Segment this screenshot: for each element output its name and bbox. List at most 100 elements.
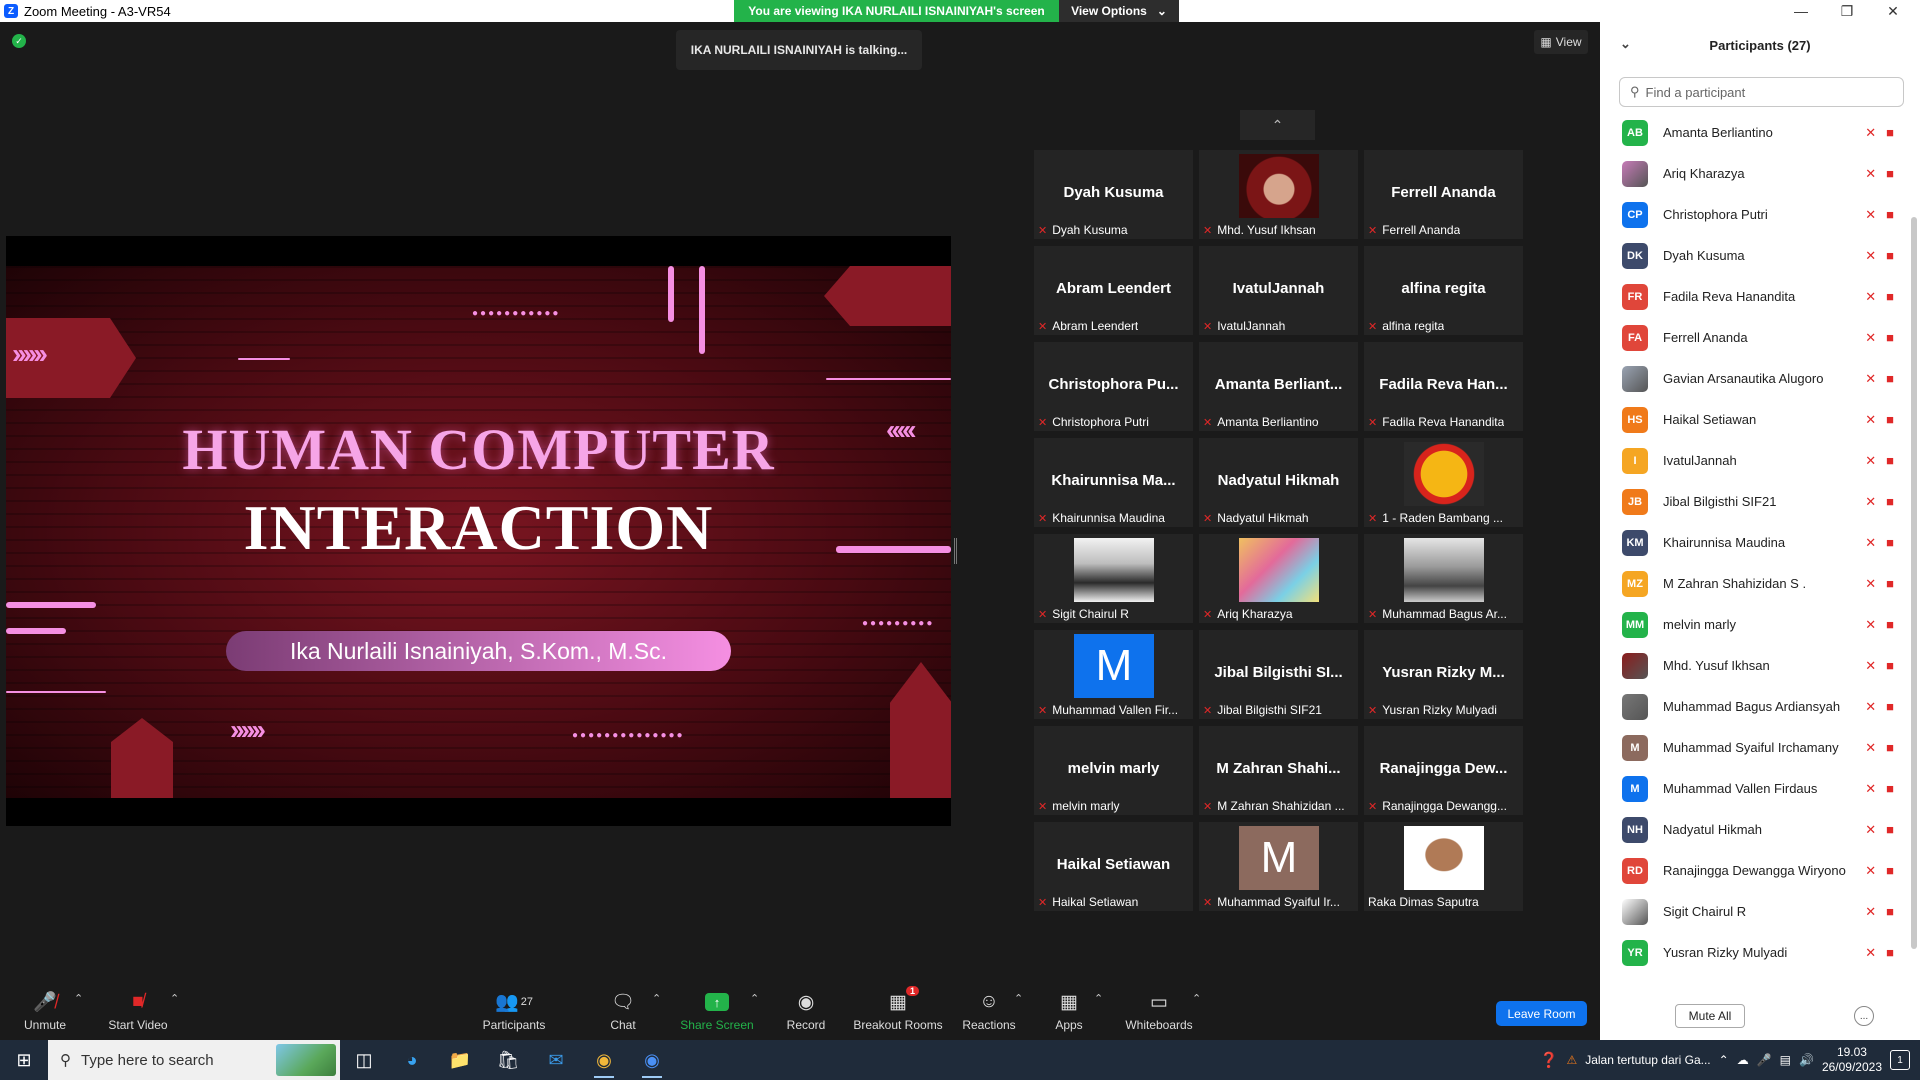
video-tile[interactable]: Ranajingga Dew... ✕ Ranajingga Dewangg...	[1364, 726, 1523, 815]
chat-options-caret[interactable]: ⌃	[652, 992, 661, 1005]
notification-center-icon[interactable]: 1	[1890, 1050, 1910, 1070]
participant-row[interactable]: Muhammad Bagus Ardiansyah ✕ ■	[1600, 686, 1906, 727]
participant-row[interactable]: KM Khairunnisa Maudina ✕ ■	[1600, 522, 1906, 563]
reactions-options-caret[interactable]: ⌃	[1014, 992, 1023, 1005]
video-tile[interactable]: Ferrell Ananda ✕ Ferrell Ananda	[1364, 150, 1523, 239]
participant-video	[1404, 442, 1484, 506]
zoom-taskbar-icon[interactable]: ◉	[628, 1040, 676, 1080]
video-tile[interactable]: Abram Leendert ✕ Abram Leendert	[1034, 246, 1193, 335]
participant-list-scrollbar[interactable]	[1911, 217, 1917, 949]
video-tile[interactable]: Fadila Reva Han... ✕ Fadila Reva Hanandita	[1364, 342, 1523, 431]
participant-row[interactable]: MM melvin marly ✕ ■	[1600, 604, 1906, 645]
participant-row[interactable]: CP Christophora Putri ✕ ■	[1600, 194, 1906, 235]
windows-start-icon[interactable]: ⊞	[0, 1040, 48, 1080]
avatar: AB	[1622, 119, 1648, 146]
audio-options-caret[interactable]: ⌃	[74, 992, 83, 1005]
video-tile[interactable]: M Zahran Shahi... ✕ M Zahran Shahizidan ..…	[1199, 726, 1358, 815]
share-screen-button[interactable]: ↑ Share Screen	[672, 990, 762, 1032]
video-tile[interactable]: IvatulJannah ✕ IvatulJannah	[1199, 246, 1358, 335]
participant-row[interactable]: AB Amanta Berliantino ✕ ■	[1600, 112, 1906, 153]
video-tile[interactable]: ✕ 1 - Raden Bambang ...	[1364, 438, 1523, 527]
tile-participant-name: Nadyatul Hikmah	[1217, 511, 1309, 525]
video-off-icon: ■	[1886, 739, 1894, 755]
participant-row[interactable]: FA Ferrell Ananda ✕ ■	[1600, 317, 1906, 358]
video-tile[interactable]: Christophora Pu... ✕ Christophora Putri	[1034, 342, 1193, 431]
maximize-button[interactable]: ❐	[1824, 0, 1870, 22]
chrome-icon[interactable]: ◉	[580, 1040, 628, 1080]
whiteboards-options-caret[interactable]: ⌃	[1192, 992, 1201, 1005]
video-tile[interactable]: Dyah Kusuma ✕ Dyah Kusuma	[1034, 150, 1193, 239]
video-tile[interactable]: Nadyatul Hikmah ✕ Nadyatul Hikmah	[1199, 438, 1358, 527]
more-options-button[interactable]: ...	[1854, 1006, 1874, 1026]
video-tile[interactable]: melvin marly ✕ melvin marly	[1034, 726, 1193, 815]
onedrive-icon[interactable]: ☁	[1737, 1053, 1749, 1067]
participant-row[interactable]: MZ M Zahran Shahizidan S . ✕ ■	[1600, 563, 1906, 604]
volume-icon[interactable]: 🔊	[1799, 1053, 1814, 1067]
video-options-caret[interactable]: ⌃	[170, 992, 179, 1005]
chevron-up-icon[interactable]: ⌃	[1719, 1053, 1729, 1067]
participant-row[interactable]: HS Haikal Setiawan ✕ ■	[1600, 399, 1906, 440]
participant-row[interactable]: Gavian Arsanautika Alugoro ✕ ■	[1600, 358, 1906, 399]
participant-row[interactable]: Ariq Kharazya ✕ ■	[1600, 153, 1906, 194]
minimize-button[interactable]: —	[1778, 0, 1824, 22]
task-view-icon[interactable]: ◫	[340, 1040, 388, 1080]
apps-options-caret[interactable]: ⌃	[1094, 992, 1103, 1005]
taskbar-clock[interactable]: 19.03 26/09/2023	[1822, 1045, 1882, 1075]
participants-button[interactable]: 👥 27 Participants	[469, 990, 559, 1032]
video-tile[interactable]: Khairunnisa Ma... ✕ Khairunnisa Maudina	[1034, 438, 1193, 527]
video-tile[interactable]: ✕ Muhammad Bagus Ar...	[1364, 534, 1523, 623]
edge-icon[interactable]: ◕	[388, 1040, 436, 1080]
participant-row[interactable]: RD Ranajingga Dewangga Wiryono ✕ ■	[1600, 850, 1906, 891]
network-icon[interactable]: ▤	[1780, 1053, 1791, 1067]
close-button[interactable]: ✕	[1870, 0, 1916, 22]
video-tile[interactable]: M ✕ Muhammad Syaiful Ir...	[1199, 822, 1358, 911]
video-tile[interactable]: Yusran Rizky M... ✕ Yusran Rizky Mulyadi	[1364, 630, 1523, 719]
participant-row[interactable]: NH Nadyatul Hikmah ✕ ■	[1600, 809, 1906, 850]
participant-row[interactable]: YR Yusran Rizky Mulyadi ✕ ■	[1600, 932, 1906, 973]
breakout-rooms-button[interactable]: ▦ 1 Breakout Rooms	[853, 986, 943, 1032]
video-off-icon: ■	[1886, 575, 1894, 591]
file-explorer-icon[interactable]: 📁	[436, 1040, 484, 1080]
participant-row[interactable]: I IvatulJannah ✕ ■	[1600, 440, 1906, 481]
tile-participant-name: Amanta Berliantino	[1217, 415, 1319, 429]
tile-display-name: Amanta Berliant...	[1214, 376, 1343, 393]
video-tile[interactable]: ✕ Sigit Chairul R	[1034, 534, 1193, 623]
tile-participant-name: Dyah Kusuma	[1052, 223, 1128, 237]
news-ticker[interactable]: Jalan tertutup dari Ga...	[1585, 1053, 1710, 1067]
whiteboards-button[interactable]: ▭ Whiteboards	[1114, 990, 1204, 1033]
participant-row[interactable]: DK Dyah Kusuma ✕ ■	[1600, 235, 1906, 276]
record-button[interactable]: ◉ Record	[761, 990, 851, 1033]
participant-row[interactable]: Mhd. Yusuf Ikhsan ✕ ■	[1600, 645, 1906, 686]
view-button[interactable]: ▦ View	[1534, 30, 1588, 54]
participant-row[interactable]: JB Jibal Bilgisthi SIF21 ✕ ■	[1600, 481, 1906, 522]
participant-status-icons: ✕ ■	[1865, 453, 1894, 469]
mute-all-button[interactable]: Mute All	[1675, 1004, 1745, 1028]
video-tile[interactable]: ✕ Mhd. Yusuf Ikhsan	[1199, 150, 1358, 239]
share-options-caret[interactable]: ⌃	[750, 992, 759, 1005]
gallery-scroll-up-button[interactable]: ⌃	[1240, 110, 1315, 140]
resize-handle[interactable]	[954, 538, 957, 564]
participant-row[interactable]: M Muhammad Syaiful Irchamany ✕ ■	[1600, 727, 1906, 768]
participant-row[interactable]: Sigit Chairul R ✕ ■	[1600, 891, 1906, 932]
view-options-button[interactable]: View Options ⌄	[1059, 0, 1179, 22]
shield-icon[interactable]: ✓	[12, 34, 26, 48]
leave-room-button[interactable]: Leave Room	[1496, 1001, 1587, 1026]
mail-icon[interactable]: ✉	[532, 1040, 580, 1080]
video-tile[interactable]: Jibal Bilgisthi SI... ✕ Jibal Bilgisthi SI…	[1199, 630, 1358, 719]
participant-search-input[interactable]: ⚲ Find a participant	[1619, 77, 1904, 107]
video-tile[interactable]: Amanta Berliant... ✕ Amanta Berliantino	[1199, 342, 1358, 431]
video-tile[interactable]: alfina regita ✕ alfina regita	[1364, 246, 1523, 335]
help-icon[interactable]: ❓	[1540, 1051, 1559, 1069]
video-tile[interactable]: ✕ Ariq Kharazya	[1199, 534, 1358, 623]
video-tile[interactable]: M ✕ Muhammad Vallen Fir...	[1034, 630, 1193, 719]
chevron-down-icon[interactable]: ⌄	[1620, 36, 1631, 52]
apps-icon: ▦	[1060, 991, 1078, 1013]
taskbar-search-input[interactable]: ⚲ Type here to search	[48, 1040, 340, 1080]
video-tile[interactable]: Haikal Setiawan ✕ Haikal Setiawan	[1034, 822, 1193, 911]
participant-row[interactable]: M Muhammad Vallen Firdaus ✕ ■	[1600, 768, 1906, 809]
microsoft-store-icon[interactable]: 🛍	[484, 1040, 532, 1080]
microphone-icon[interactable]: 🎤	[1757, 1053, 1772, 1067]
participant-row[interactable]: FR Fadila Reva Hanandita ✕ ■	[1600, 276, 1906, 317]
meeting-toolbar: 🎤̸ Unmute ⌃ ■̸ Start Video ⌃ 👥 27 Partici…	[0, 972, 1600, 1040]
video-tile[interactable]: Raka Dimas Saputra	[1364, 822, 1523, 911]
